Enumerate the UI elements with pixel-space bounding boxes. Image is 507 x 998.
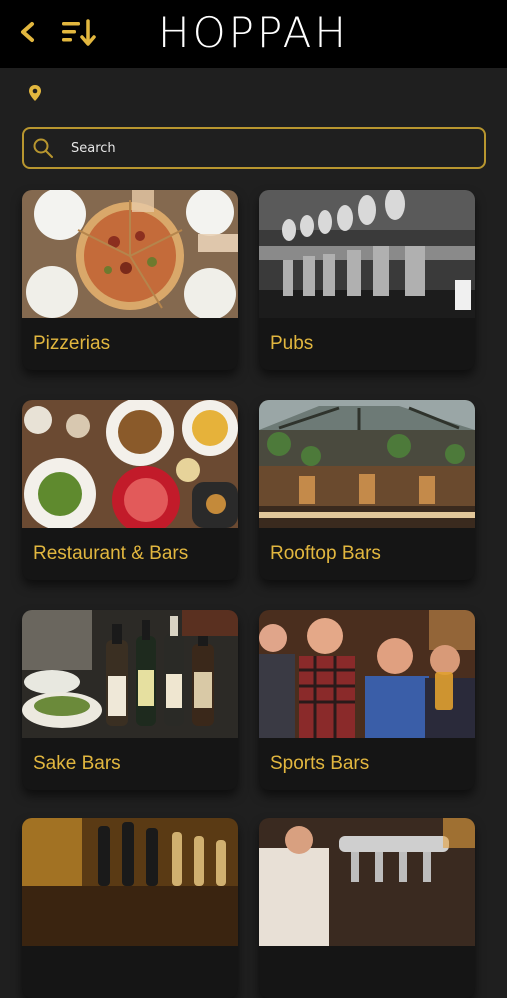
search-input[interactable]: Search bbox=[71, 129, 116, 169]
category-label: Pubs bbox=[270, 333, 314, 354]
category-label: Sports Bars bbox=[270, 753, 370, 774]
category-label: Sake Bars bbox=[33, 753, 121, 774]
category-card-pizzerias[interactable]: Pizzerias bbox=[22, 190, 238, 370]
category-card-restaurant-bars[interactable]: Restaurant & Bars bbox=[22, 400, 238, 580]
category-label: Restaurant & Bars bbox=[33, 543, 189, 564]
sake-bottles-photo bbox=[22, 610, 238, 738]
app-logo: HOPPAH bbox=[158, 8, 349, 57]
rooftop-bar-photo bbox=[259, 400, 475, 528]
category-card-pubs[interactable]: Pubs bbox=[259, 190, 475, 370]
pub-taps-photo bbox=[259, 190, 475, 318]
top-bar: HOPPAH bbox=[0, 0, 507, 68]
category-card-rooftop-bars[interactable]: Rooftop Bars bbox=[259, 400, 475, 580]
restaurant-dishes-photo bbox=[22, 400, 238, 528]
category-card-sports-bars[interactable]: Sports Bars bbox=[259, 610, 475, 790]
pizza-photo bbox=[22, 190, 238, 318]
search-icon bbox=[33, 138, 53, 158]
search-bar[interactable]: Search bbox=[22, 127, 486, 169]
category-card-sake-bars[interactable]: Sake Bars bbox=[22, 610, 238, 790]
category-card-bartender[interactable] bbox=[259, 818, 475, 998]
bartender-photo bbox=[259, 818, 475, 946]
category-label: Pizzerias bbox=[33, 333, 111, 354]
category-card-beer-taps[interactable] bbox=[22, 818, 238, 998]
map-pin-icon[interactable] bbox=[27, 84, 43, 104]
beer-taps-photo bbox=[22, 818, 238, 946]
category-label: Rooftop Bars bbox=[270, 543, 381, 564]
sports-fans-photo bbox=[259, 610, 475, 738]
